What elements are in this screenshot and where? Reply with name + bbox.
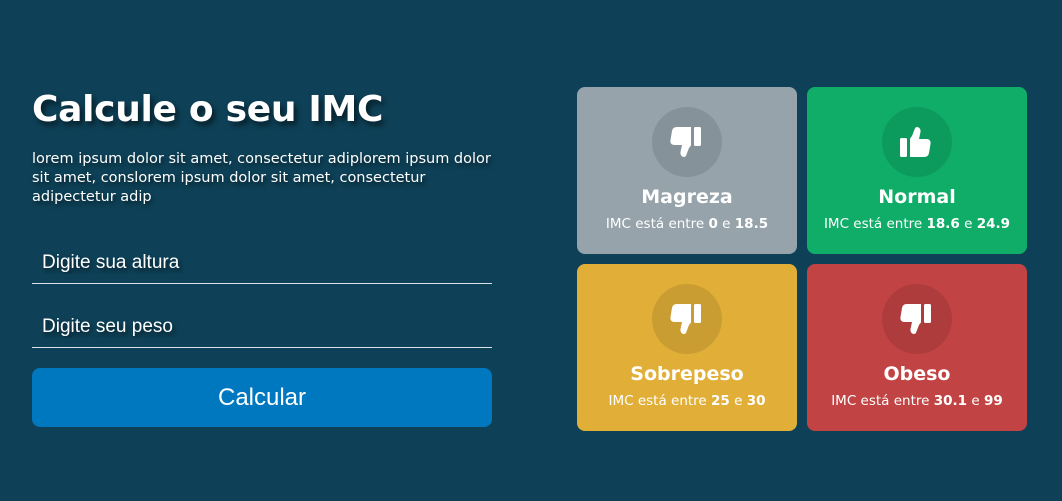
range-min: 18.6 [926,216,960,232]
range-max: 99 [983,393,1003,409]
thumbs-down-icon [900,304,931,334]
weight-input[interactable] [32,306,492,347]
icon-circle [652,284,722,354]
thumbs-up-icon [900,127,931,157]
range-max: 18.5 [734,216,769,232]
card-title: Normal [878,186,956,208]
card-range: IMC está entre 30.1 e 99 [807,392,1027,410]
range-joiner: e [964,216,973,232]
range-min: 30.1 [933,393,968,409]
calculate-button[interactable]: Calcular [32,368,492,427]
range-min: 0 [708,216,718,232]
range-min: 25 [711,393,730,409]
range-max: 30 [746,393,766,409]
range-joiner: e [722,216,731,232]
icon-circle [882,284,952,354]
range-prefix: IMC está entre [605,216,705,232]
card-range: IMC está entre 0 e 18.5 [577,215,797,233]
range-prefix: IMC está entre [608,393,707,409]
range-prefix: IMC está entre [831,393,930,409]
page-title: Calcule o seu IMC [32,89,384,130]
card-title: Sobrepeso [630,363,744,385]
thumbs-down-icon [670,127,701,157]
range-joiner: e [971,393,980,409]
height-field [32,242,492,284]
range-prefix: IMC está entre [823,216,923,232]
icon-circle [652,107,722,177]
card-range: IMC está entre 25 e 30 [577,392,797,410]
card-title: Obeso [883,363,951,385]
page-description: lorem ipsum dolor sit amet, consectetur … [32,151,491,205]
range-max: 24.9 [976,216,1011,232]
range-joiner: e [734,393,743,409]
category-card-magreza: Magreza IMC está entre 0 e 18.5 [577,87,797,254]
height-input[interactable] [32,242,492,283]
icon-circle [882,107,952,177]
category-card-normal: Normal IMC está entre 18.6 e 24.9 [807,87,1027,254]
card-range: IMC está entre 18.6 e 24.9 [807,215,1027,233]
category-card-sobrepeso: Sobrepeso IMC está entre 25 e 30 [577,264,797,431]
thumbs-down-icon [670,304,701,334]
imc-form-panel: Calcule o seu IMC lorem ipsum dolor sit … [32,86,492,427]
category-card-obeso: Obeso IMC está entre 30.1 e 99 [807,264,1027,431]
weight-field [32,306,492,348]
card-title: Magreza [641,186,733,208]
